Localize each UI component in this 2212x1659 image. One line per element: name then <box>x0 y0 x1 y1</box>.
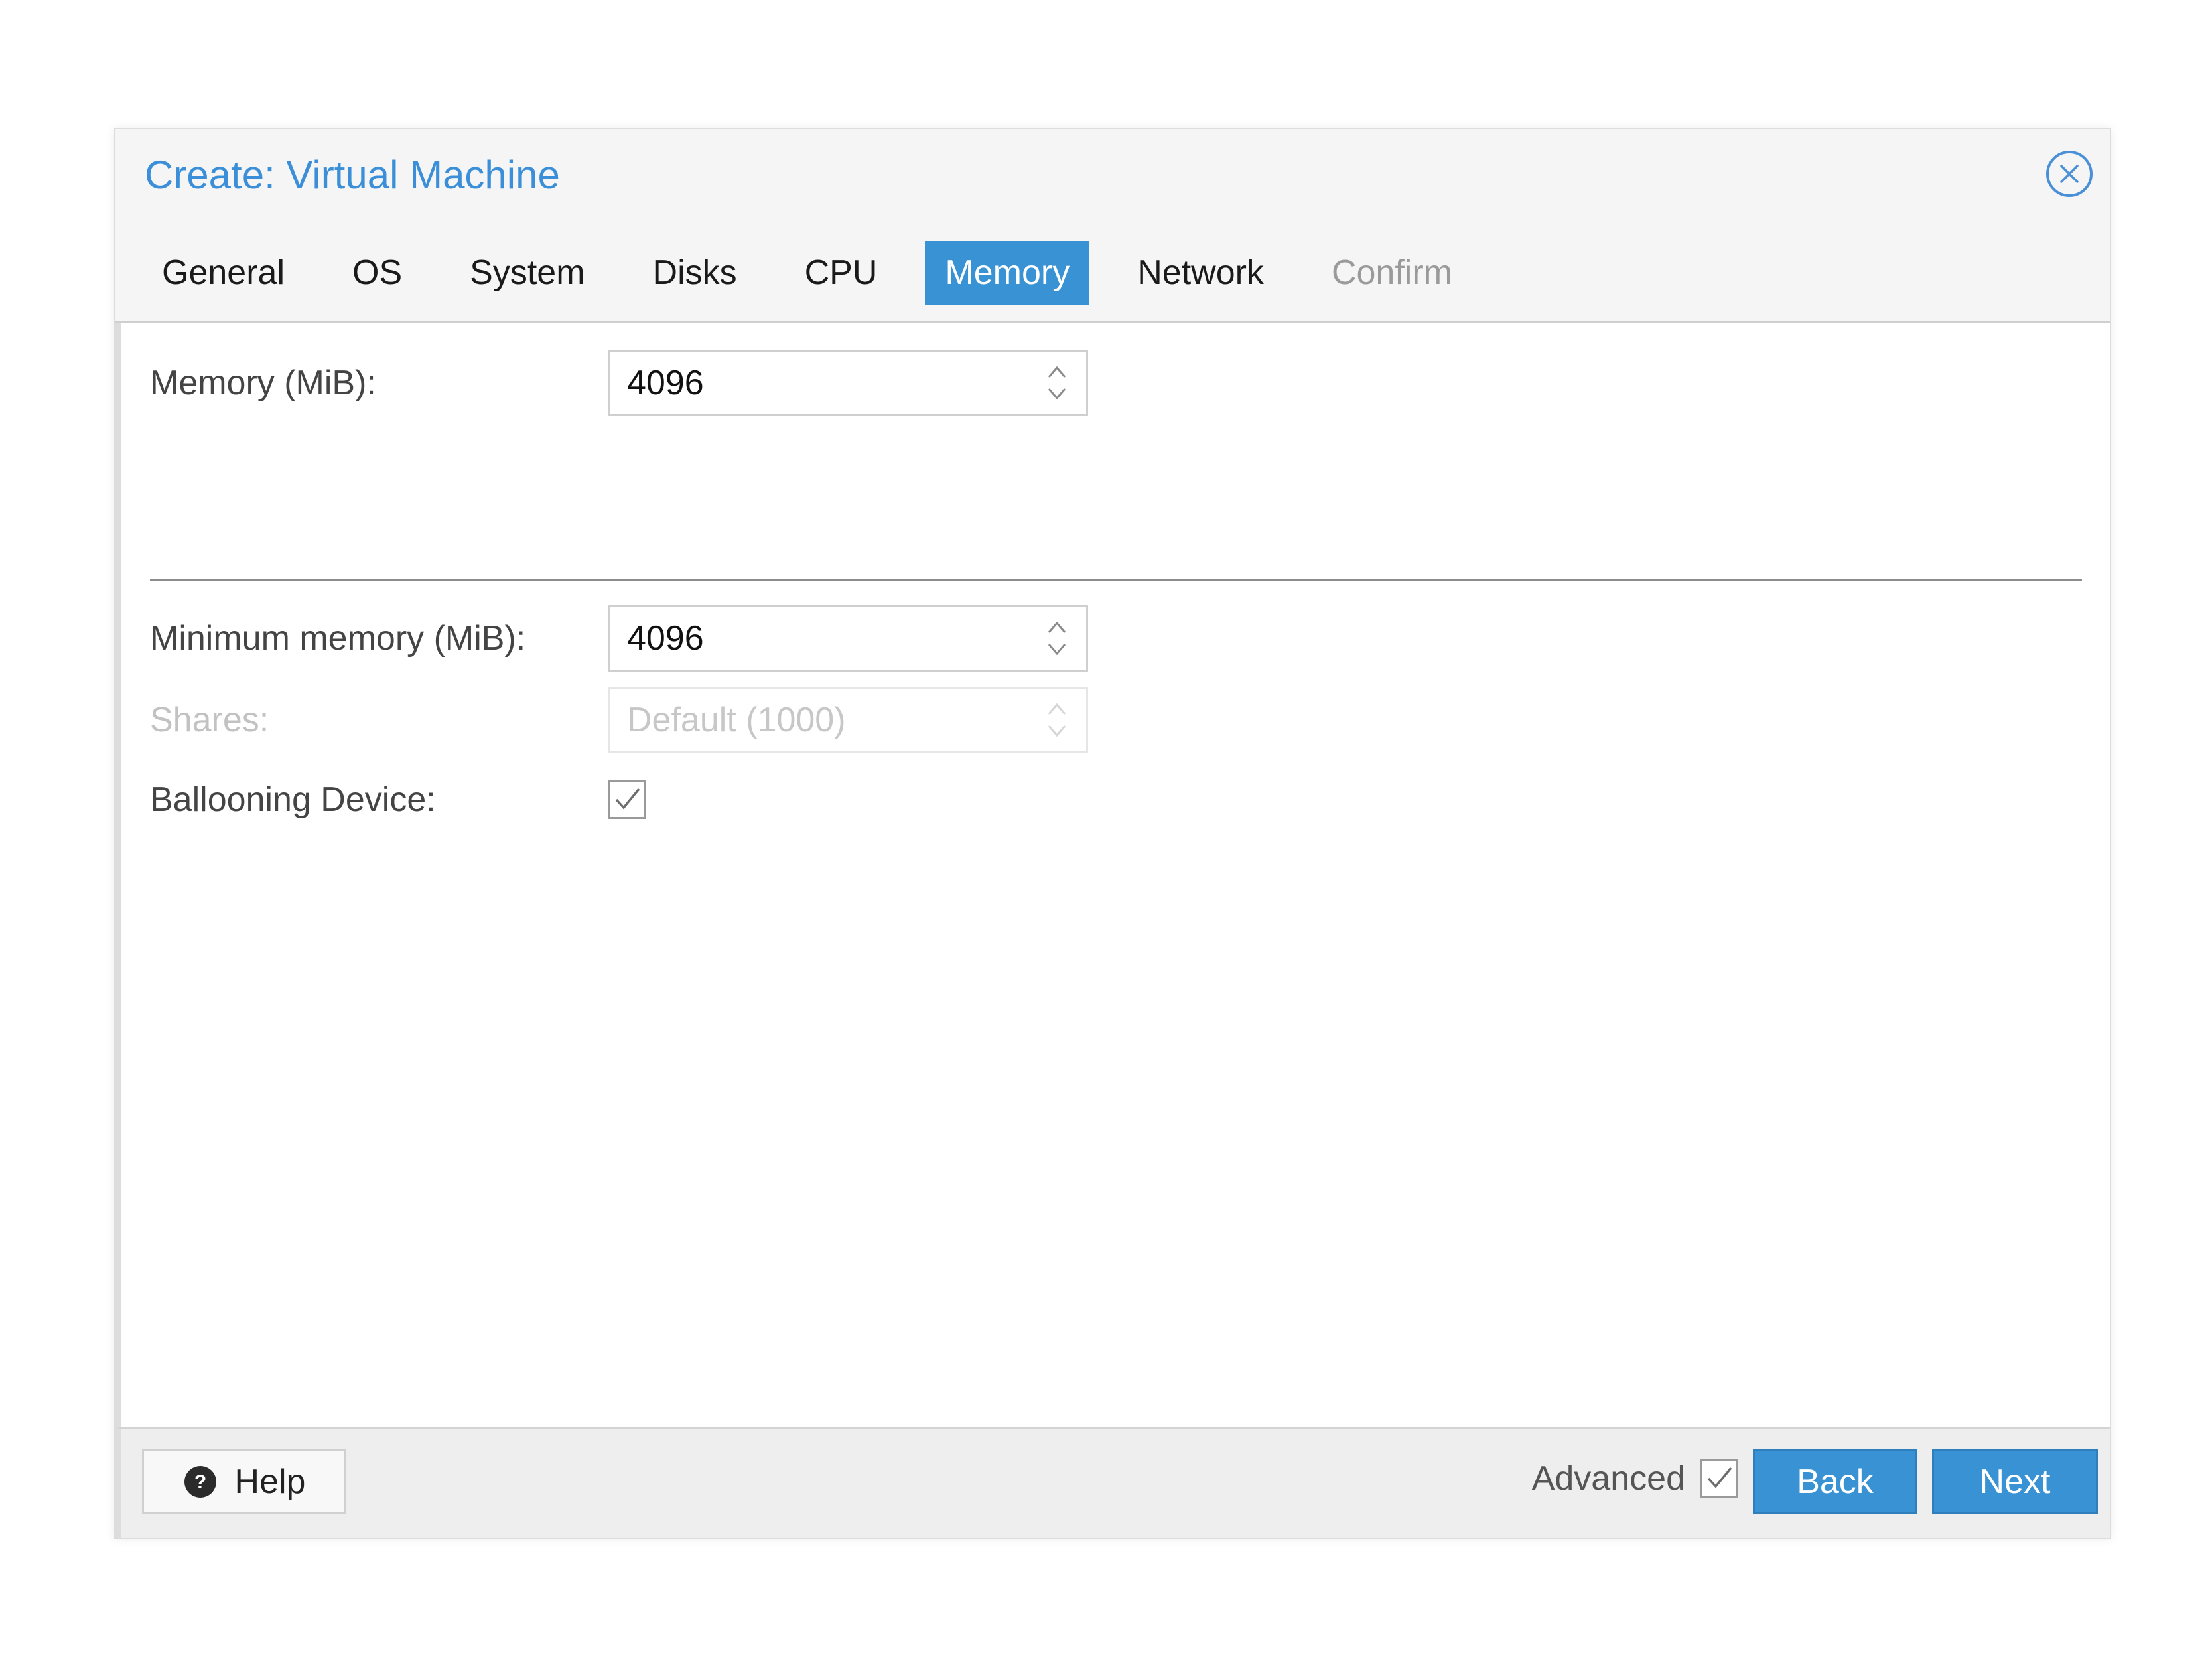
advanced-checkbox[interactable] <box>1700 1459 1738 1498</box>
min-memory-row: Minimum memory (MiB): 4096 <box>150 605 1088 672</box>
ballooning-label: Ballooning Device: <box>150 780 436 819</box>
help-label: Help <box>234 1463 306 1501</box>
section-divider <box>150 579 2082 581</box>
close-button[interactable] <box>2046 151 2093 197</box>
min-memory-value: 4096 <box>627 619 704 658</box>
shares-row: Shares: Default (1000) <box>150 687 1088 753</box>
question-circle-icon: ? <box>184 1466 216 1498</box>
min-memory-label: Minimum memory (MiB): <box>150 619 526 658</box>
tab-memory[interactable]: Memory <box>925 241 1090 305</box>
shares-input: Default (1000) <box>608 687 1088 753</box>
tab-cpu[interactable]: CPU <box>785 241 898 305</box>
min-memory-input[interactable]: 4096 <box>608 605 1088 672</box>
wizard-tabs: General OS System Disks CPU Memory Netwo… <box>142 241 1500 305</box>
ballooning-checkbox[interactable] <box>608 780 646 819</box>
ballooning-row: Ballooning Device: <box>150 780 646 820</box>
memory-panel: Memory (MiB): 4096 Minimum memory (MiB):… <box>115 323 2110 1430</box>
dialog-footer: ? Help Advanced Back Next <box>115 1427 2110 1538</box>
advanced-label: Advanced <box>1531 1459 1685 1498</box>
dialog-header: Create: Virtual Machine General OS Syste… <box>115 129 2110 323</box>
tab-os[interactable]: OS <box>332 241 422 305</box>
advanced-toggle: Advanced <box>1532 1459 1738 1498</box>
dialog-title: Create: Virtual Machine <box>145 153 560 197</box>
memory-value: 4096 <box>627 364 704 402</box>
tab-general[interactable]: General <box>142 241 305 305</box>
svg-text:?: ? <box>194 1471 206 1493</box>
spin-arrows-icon[interactable] <box>1044 615 1070 662</box>
checkmark-icon <box>1707 1467 1732 1488</box>
next-button[interactable]: Next <box>1932 1449 2098 1514</box>
checkmark-icon <box>615 788 640 810</box>
help-button[interactable]: ? Help <box>142 1449 346 1514</box>
memory-label: Memory (MiB): <box>150 364 376 402</box>
tab-network[interactable]: Network <box>1117 241 1284 305</box>
back-button[interactable]: Back <box>1753 1449 1917 1514</box>
shares-placeholder: Default (1000) <box>627 701 846 739</box>
create-vm-dialog: Create: Virtual Machine General OS Syste… <box>114 128 2111 1539</box>
memory-input[interactable]: 4096 <box>608 350 1088 416</box>
tab-confirm: Confirm <box>1331 253 1452 292</box>
close-icon <box>2060 165 2079 183</box>
spin-arrows-icon[interactable] <box>1044 360 1070 406</box>
spin-arrows-icon <box>1048 703 1066 737</box>
shares-label: Shares: <box>150 701 269 739</box>
tab-system[interactable]: System <box>450 241 604 305</box>
memory-row: Memory (MiB): 4096 <box>150 350 1088 416</box>
tab-disks[interactable]: Disks <box>633 241 757 305</box>
